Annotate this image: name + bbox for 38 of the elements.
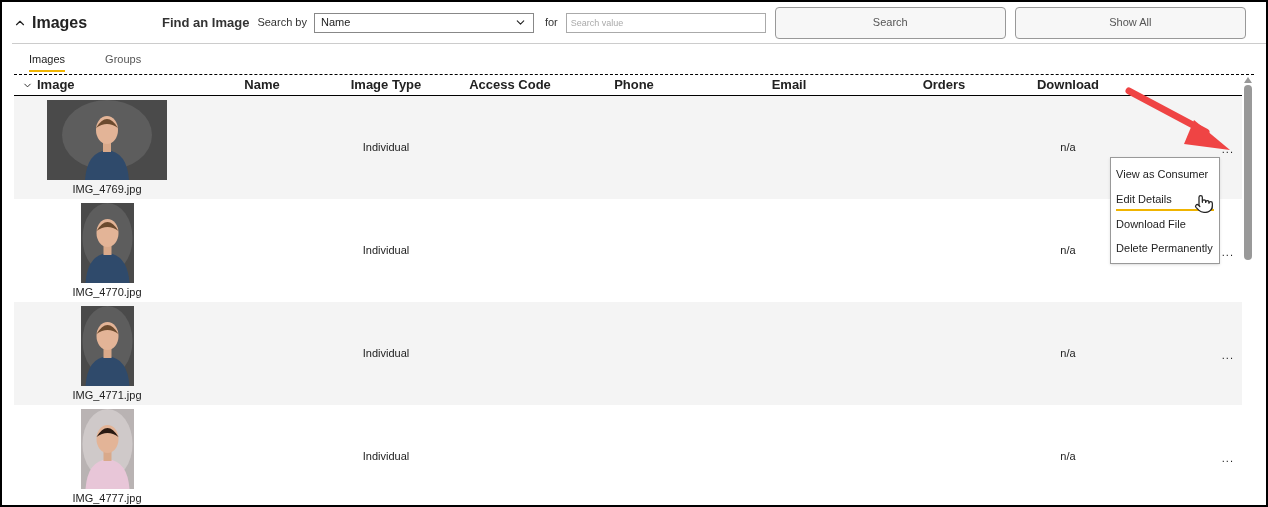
scroll-up-icon[interactable]	[1244, 77, 1253, 83]
section-title: Images	[32, 12, 88, 33]
find-label: Find an Image	[162, 13, 250, 32]
table-cell-text: Individual	[361, 140, 411, 156]
menu-item[interactable]: Download File	[1116, 214, 1215, 236]
table-cell-text: n/a	[1059, 449, 1077, 465]
column-header[interactable]: Email	[696, 75, 882, 95]
search-by-select[interactable]: Name	[313, 12, 534, 33]
column-header[interactable]: Name	[200, 75, 324, 95]
more-button[interactable]: ...	[1221, 453, 1235, 464]
column-header[interactable]: Orders	[882, 75, 1006, 95]
column-header[interactable]: Image	[37, 75, 75, 95]
column-header[interactable]: Access Code	[448, 75, 572, 95]
scrollbar-thumb[interactable]	[1244, 85, 1253, 260]
tab[interactable]: Groups	[105, 51, 142, 72]
search-button[interactable]: Search	[774, 6, 1006, 39]
file-name: IMG_4777.jpg	[72, 491, 142, 505]
more-button[interactable]: ...	[1221, 350, 1235, 361]
table-cell-text: n/a	[1059, 140, 1077, 156]
file-name: IMG_4769.jpg	[72, 182, 142, 198]
column-header[interactable]: Image Type	[324, 75, 448, 95]
table-cell-text: Individual	[361, 243, 411, 259]
table-cell-text: n/a	[1059, 346, 1077, 362]
file-name: IMG_4770.jpg	[72, 285, 142, 301]
show-all-button[interactable]: Show All	[1014, 6, 1246, 39]
menu-item[interactable]: View as Consumer	[1116, 164, 1215, 186]
more-button[interactable]: ...	[1221, 247, 1235, 258]
column-header[interactable]: Download	[1006, 75, 1130, 95]
search-by-label: Search by	[257, 15, 307, 31]
menu-item[interactable]: Delete Permanently	[1116, 239, 1215, 260]
column-header[interactable]: Phone	[572, 75, 696, 95]
tab[interactable]: Images	[29, 51, 66, 72]
table-cell-text: Individual	[361, 346, 411, 362]
hand-cursor-icon	[1194, 193, 1215, 214]
search-field[interactable]: Search value	[565, 12, 766, 33]
table-cell-text: Individual	[361, 449, 411, 465]
file-name: IMG_4771.jpg	[72, 388, 142, 404]
for-label: for	[544, 15, 558, 31]
